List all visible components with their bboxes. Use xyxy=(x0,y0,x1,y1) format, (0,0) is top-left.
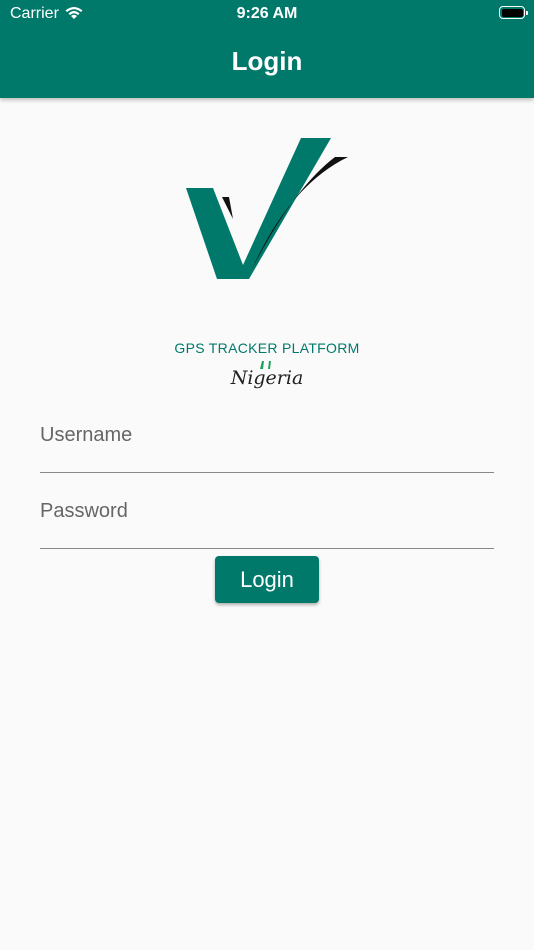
app-bar: Carrier 9:26 AM Login xyxy=(0,0,534,98)
page-title: Login xyxy=(231,46,303,76)
brand-tagline: GPS TRACKER PLATFORM xyxy=(174,340,360,356)
username-field[interactable]: Username xyxy=(40,422,498,474)
battery-icon xyxy=(499,6,528,19)
username-input[interactable] xyxy=(40,422,498,474)
checkmark-logo xyxy=(186,138,348,279)
status-bar: Carrier 9:26 AM xyxy=(0,0,534,28)
password-input[interactable] xyxy=(40,498,498,550)
brand-country: Nigeria xyxy=(230,367,304,389)
clock: 9:26 AM xyxy=(236,5,298,22)
login-button[interactable]: Login xyxy=(215,556,319,603)
password-field[interactable]: Password xyxy=(40,498,498,550)
